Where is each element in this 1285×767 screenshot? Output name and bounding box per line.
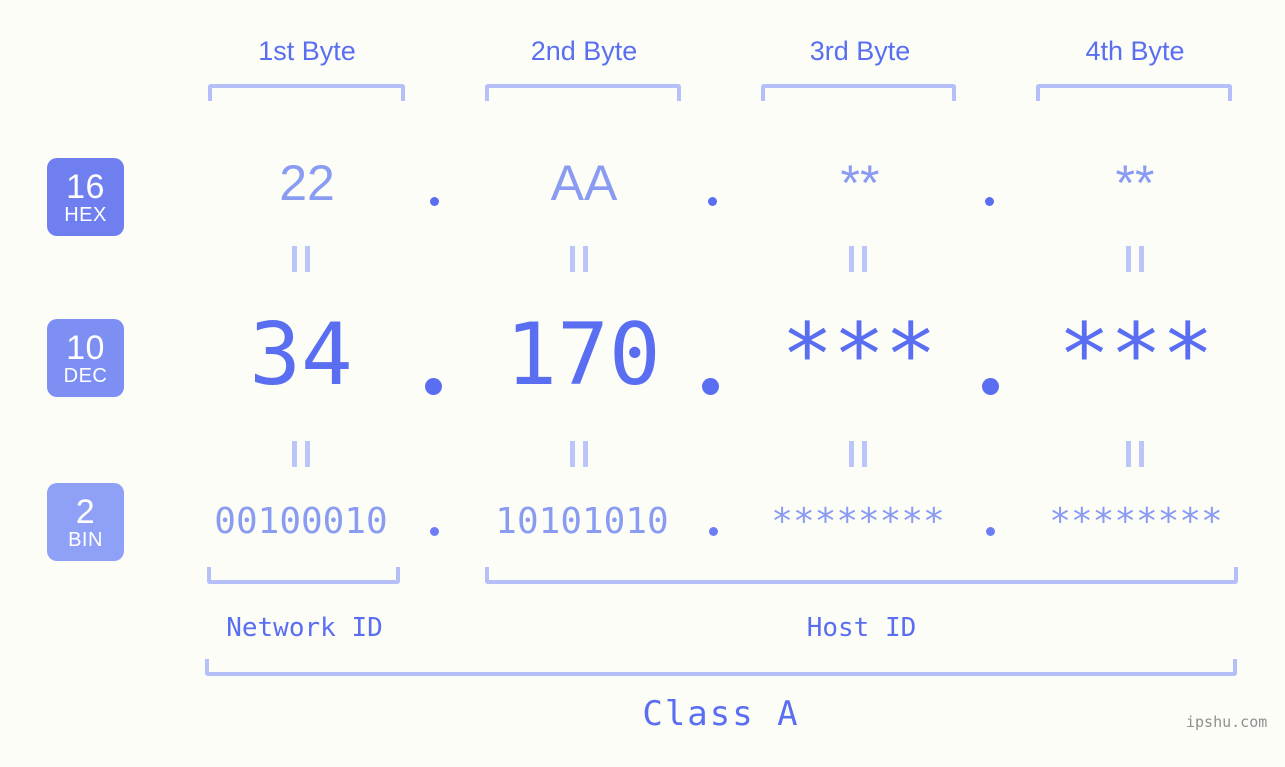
byte-header-2: 2nd Byte [530,36,638,66]
radix-badge-hex-name: HEX [64,203,107,226]
byte-header-1: 1st Byte [258,36,356,66]
bin-separator-dot-3 [986,527,995,536]
radix-badge-bin: 2 BIN [47,483,124,561]
network-id-bracket [207,567,400,584]
equivalence-mark-hex-dec-2 [570,246,588,272]
hex-separator-dot-3 [985,197,994,206]
radix-badge-hex: 16 HEX [47,158,124,236]
dec-byte-1-value: 34 [249,305,353,405]
host-id-label: Host ID [806,613,917,643]
bin-separator-dot-1 [430,527,439,536]
bin-byte-2-value: 10101010 [495,501,669,542]
radix-badge-dec: 10 DEC [47,319,124,397]
hex-byte-3-value: ** [840,155,880,211]
equivalence-mark-hex-dec-4 [1126,246,1144,272]
byte-header-4: 4th Byte [1085,36,1185,66]
bin-byte-1-value: 00100010 [214,501,388,542]
dec-byte-4-value: *** [1058,305,1214,405]
hex-separator-dot-1 [430,197,439,206]
radix-badge-dec-number: 10 [66,328,105,367]
equivalence-mark-dec-bin-4 [1126,441,1144,467]
dec-byte-3-value: *** [781,305,937,405]
class-label: Class A [642,694,800,734]
equivalence-mark-dec-bin-2 [570,441,588,467]
hex-byte-2-value: AA [550,155,618,211]
equivalence-mark-dec-bin-3 [849,441,867,467]
byte-bracket-4 [1036,84,1232,101]
equivalence-mark-hex-dec-1 [292,246,310,272]
byte-bracket-3 [761,84,956,101]
dec-separator-dot-3 [982,378,999,395]
host-id-bracket [485,567,1238,584]
bin-byte-3-value: ******** [771,501,945,542]
hex-separator-dot-2 [708,197,717,206]
hex-byte-1-value: 22 [279,155,335,211]
hex-byte-4-value: ** [1115,155,1155,211]
byte-bracket-2 [485,84,681,101]
class-bracket [205,659,1237,676]
network-id-label: Network ID [226,613,383,643]
dec-separator-dot-1 [425,378,442,395]
ip-address-breakdown-diagram: 1st Byte 2nd Byte 3rd Byte 4th Byte 16 H… [0,0,1285,767]
dec-byte-2-value: 170 [505,305,661,405]
equivalence-mark-dec-bin-1 [292,441,310,467]
radix-badge-bin-name: BIN [68,528,103,551]
radix-badge-dec-name: DEC [63,364,108,387]
radix-badge-hex-number: 16 [66,167,105,206]
radix-badge-bin-number: 2 [75,492,96,531]
bin-separator-dot-2 [709,527,718,536]
dec-separator-dot-2 [702,378,719,395]
byte-header-3: 3rd Byte [809,36,911,66]
bin-byte-4-value: ******** [1049,501,1223,542]
byte-bracket-1 [208,84,405,101]
equivalence-mark-hex-dec-3 [849,246,867,272]
site-watermark: ipshu.com [1186,713,1268,731]
